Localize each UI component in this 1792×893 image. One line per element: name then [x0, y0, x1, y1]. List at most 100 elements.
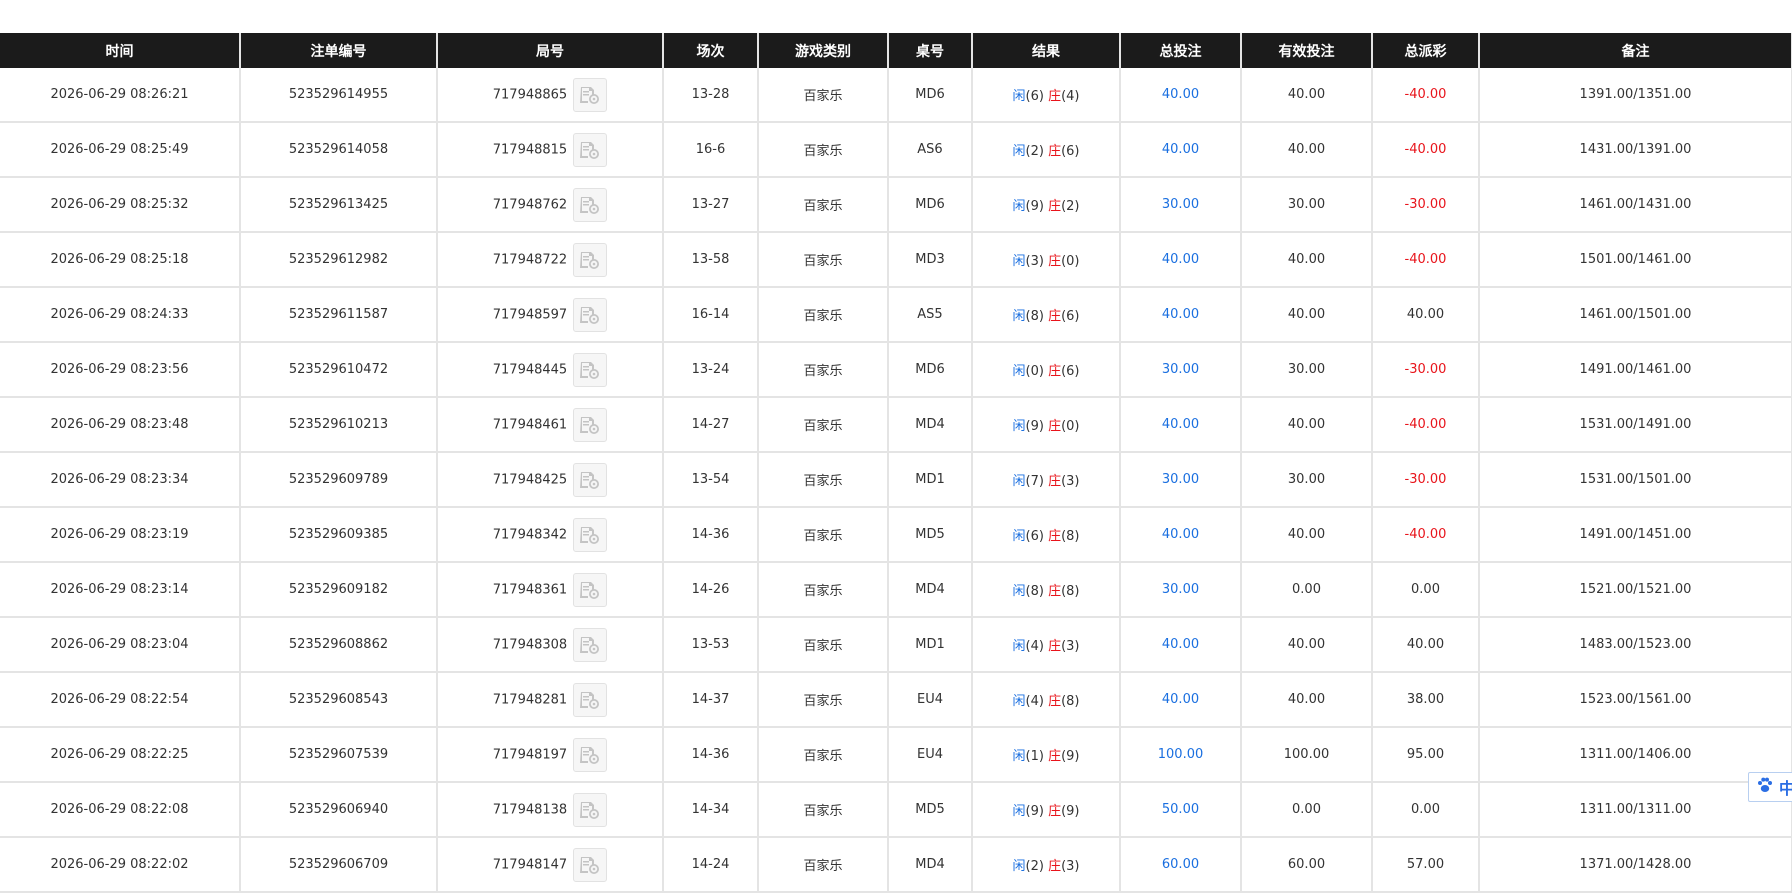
replay-video-button[interactable] — [573, 77, 608, 112]
cell-round: 717948722 — [437, 232, 664, 288]
banker-score: (6) — [1061, 144, 1080, 159]
cell-table-no: EU4 — [888, 672, 973, 728]
banker-label: 庄 — [1048, 419, 1062, 434]
banker-label: 庄 — [1048, 749, 1062, 764]
cell-session: 13-53 — [663, 617, 759, 673]
cell-round: 717948197 — [437, 727, 664, 783]
paw-icon — [1757, 777, 1773, 797]
replay-video-button[interactable] — [573, 572, 608, 607]
replay-video-button[interactable] — [573, 297, 608, 332]
cell-session: 13-24 — [663, 342, 759, 398]
cell-total-bet: 40.00 — [1120, 287, 1242, 343]
banker-score: (4) — [1061, 89, 1080, 104]
cell-result: 闲(4) 庄(8) — [972, 672, 1121, 728]
replay-video-button[interactable] — [573, 242, 608, 277]
table-body: 2026-06-29 08:26:21 523529614955 717948865… — [0, 68, 1792, 893]
cell-total-payout: 40.00 — [1372, 617, 1480, 673]
cell-session: 14-24 — [663, 837, 759, 893]
round-number: 717948461 — [492, 417, 568, 432]
round-number: 717948597 — [492, 307, 568, 322]
cell-valid-bet: 40.00 — [1241, 68, 1373, 123]
player-score: (3) — [1025, 254, 1044, 269]
player-label: 闲 — [1012, 364, 1026, 379]
player-score: (2) — [1025, 859, 1044, 874]
round-number: 717948361 — [492, 582, 568, 597]
cell-result: 闲(9) 庄(9) — [972, 782, 1121, 838]
cell-total-payout: -40.00 — [1372, 232, 1480, 288]
replay-video-button[interactable] — [573, 847, 608, 882]
table-row: 2026-06-29 08:23:56 523529610472 717948445… — [0, 342, 1792, 398]
side-widget-label: 中 — [1779, 779, 1792, 798]
cell-time: 2026-06-29 08:22:02 — [0, 837, 241, 893]
banker-score: (0) — [1061, 254, 1080, 269]
banker-label: 庄 — [1048, 254, 1062, 269]
banker-score: (6) — [1061, 309, 1080, 324]
cell-time: 2026-06-29 08:23:34 — [0, 452, 241, 508]
cell-total-payout: -30.00 — [1372, 177, 1480, 233]
cell-time: 2026-06-29 08:24:33 — [0, 287, 241, 343]
cell-time: 2026-06-29 08:22:08 — [0, 782, 241, 838]
cell-total-payout: 40.00 — [1372, 287, 1480, 343]
banker-label: 庄 — [1048, 364, 1062, 379]
replay-video-button[interactable] — [573, 737, 608, 772]
player-label: 闲 — [1012, 749, 1026, 764]
cell-bet-id: 523529606709 — [240, 837, 438, 893]
table-header-row: 时间 注单编号 局号 场次 游戏类别 桌号 结果 总投注 有效投注 总派彩 备注 — [0, 33, 1792, 68]
cell-game-type: 百家乐 — [758, 837, 889, 893]
side-float-widget[interactable]: 中 — [1748, 772, 1792, 802]
cell-round: 717948762 — [437, 177, 664, 233]
cell-round: 717948445 — [437, 342, 664, 398]
column-header-total-payout: 总派彩 — [1372, 33, 1480, 68]
round-number: 717948722 — [492, 252, 568, 267]
cell-note: 1491.00/1451.00 — [1479, 507, 1792, 563]
replay-video-button[interactable] — [573, 187, 608, 222]
cell-time: 2026-06-29 08:23:19 — [0, 507, 241, 563]
cell-valid-bet: 40.00 — [1241, 672, 1373, 728]
cell-time: 2026-06-29 08:23:48 — [0, 397, 241, 453]
cell-game-type: 百家乐 — [758, 617, 889, 673]
cell-result: 闲(9) 庄(2) — [972, 177, 1121, 233]
cell-result: 闲(6) 庄(8) — [972, 507, 1121, 563]
replay-video-button[interactable] — [573, 132, 608, 167]
table-row: 2026-06-29 08:23:48 523529610213 717948461… — [0, 397, 1792, 453]
cell-bet-id: 523529613425 — [240, 177, 438, 233]
replay-video-button[interactable] — [573, 517, 608, 552]
cell-time: 2026-06-29 08:23:04 — [0, 617, 241, 673]
round-number: 717948762 — [492, 197, 568, 212]
cell-round: 717948597 — [437, 287, 664, 343]
replay-video-button[interactable] — [573, 407, 608, 442]
cell-round: 717948281 — [437, 672, 664, 728]
cell-bet-id: 523529608543 — [240, 672, 438, 728]
cell-note: 1531.00/1491.00 — [1479, 397, 1792, 453]
cell-total-bet: 30.00 — [1120, 452, 1242, 508]
replay-video-button[interactable] — [573, 682, 608, 717]
cell-valid-bet: 40.00 — [1241, 232, 1373, 288]
cell-time: 2026-06-29 08:23:56 — [0, 342, 241, 398]
cell-session: 14-36 — [663, 727, 759, 783]
cell-table-no: MD6 — [888, 177, 973, 233]
cell-table-no: AS6 — [888, 122, 973, 178]
banker-score: (9) — [1061, 804, 1080, 819]
cell-bet-id: 523529608862 — [240, 617, 438, 673]
cell-note: 1523.00/1561.00 — [1479, 672, 1792, 728]
banker-score: (6) — [1061, 364, 1080, 379]
replay-video-button[interactable] — [573, 792, 608, 827]
table-row: 2026-06-29 08:25:32 523529613425 717948762… — [0, 177, 1792, 233]
replay-video-button[interactable] — [573, 627, 608, 662]
cell-table-no: AS5 — [888, 287, 973, 343]
player-score: (6) — [1025, 529, 1044, 544]
cell-session: 16-14 — [663, 287, 759, 343]
cell-valid-bet: 0.00 — [1241, 782, 1373, 838]
cell-round: 717948138 — [437, 782, 664, 838]
cell-note: 1491.00/1461.00 — [1479, 342, 1792, 398]
player-label: 闲 — [1012, 309, 1026, 324]
cell-bet-id: 523529606940 — [240, 782, 438, 838]
cell-note: 1391.00/1351.00 — [1479, 68, 1792, 123]
replay-video-button[interactable] — [573, 352, 608, 387]
player-score: (7) — [1025, 474, 1044, 489]
player-label: 闲 — [1012, 694, 1026, 709]
cell-valid-bet: 60.00 — [1241, 837, 1373, 893]
cell-note: 1461.00/1431.00 — [1479, 177, 1792, 233]
cell-result: 闲(2) 庄(3) — [972, 837, 1121, 893]
replay-video-button[interactable] — [573, 462, 608, 497]
